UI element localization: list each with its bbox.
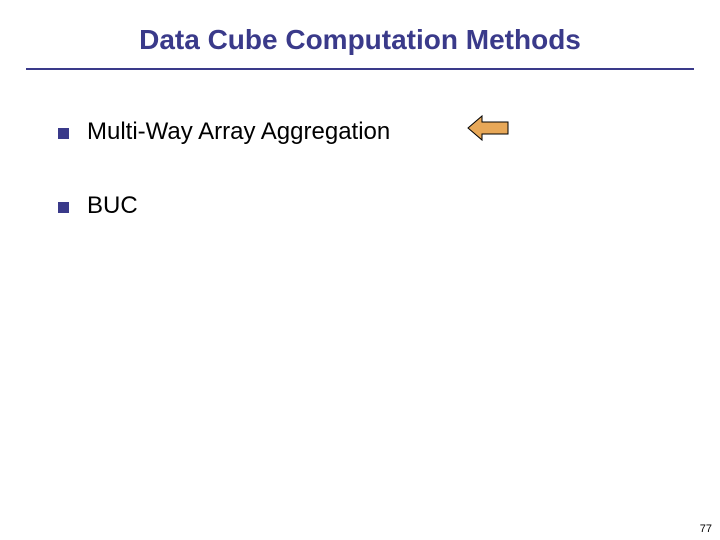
arrow-left-icon <box>466 112 512 144</box>
bullet-marker-icon <box>58 128 69 139</box>
bullet-list: Multi-Way Array Aggregation BUC <box>36 118 684 220</box>
slide-container: Data Cube Computation Methods Multi-Way … <box>0 0 720 540</box>
slide-title: Data Cube Computation Methods <box>36 24 684 56</box>
page-number: 77 <box>700 523 712 535</box>
bullet-marker-icon <box>58 202 69 213</box>
title-divider <box>26 68 694 70</box>
list-item: Multi-Way Array Aggregation <box>58 118 684 146</box>
bullet-text: BUC <box>87 192 138 220</box>
list-item: BUC <box>58 192 684 220</box>
bullet-text: Multi-Way Array Aggregation <box>87 118 390 146</box>
